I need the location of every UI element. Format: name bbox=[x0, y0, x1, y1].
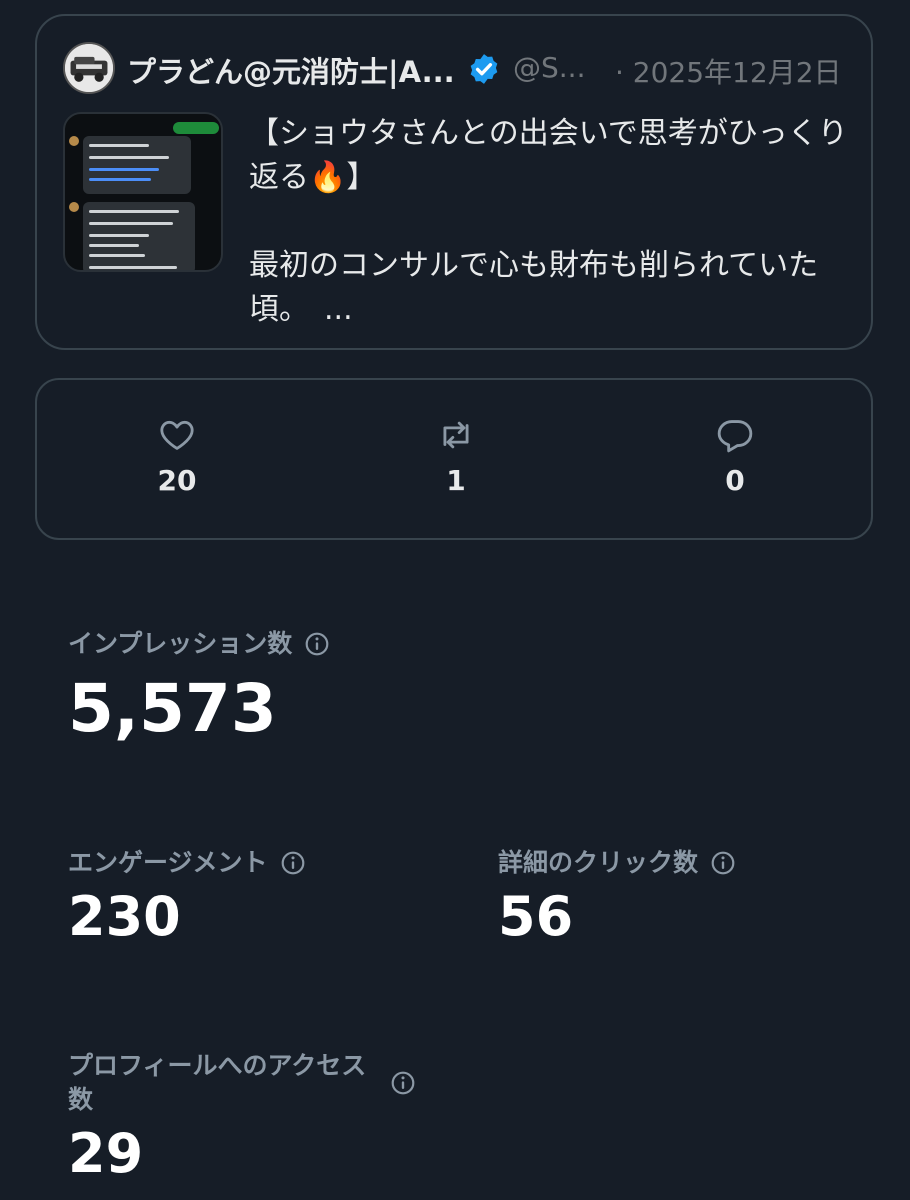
engagement-metric: エンゲージメント 230 bbox=[68, 846, 306, 950]
info-icon[interactable] bbox=[710, 850, 736, 876]
engagement-label: エンゲージメント bbox=[68, 848, 268, 877]
avatar[interactable] bbox=[63, 42, 115, 94]
info-icon[interactable] bbox=[304, 631, 330, 657]
impressions-label: インプレッション数 bbox=[68, 629, 293, 658]
profile-visits-label: プロフィールへのアクセス数 bbox=[68, 1051, 367, 1114]
engagement-actions-card: 20 1 0 bbox=[35, 378, 873, 540]
like-count: 20 bbox=[157, 464, 197, 497]
avatar-car-image bbox=[65, 44, 113, 92]
tweet-text[interactable]: 【ショウタさんとの出会いで思考がひっくり返る🔥】 最初のコンサルで心も財布も削ら… bbox=[249, 112, 859, 332]
like-action[interactable]: 20 bbox=[127, 416, 227, 497]
info-icon[interactable] bbox=[390, 1070, 416, 1096]
author-name[interactable]: プラどん@元消防士|A... bbox=[127, 49, 455, 91]
profile-visits-value: 29 bbox=[68, 1122, 144, 1185]
detail-clicks-metric: 詳細のクリック数 56 bbox=[498, 846, 736, 950]
detail-clicks-label: 詳細のクリック数 bbox=[498, 848, 699, 877]
verified-badge-icon bbox=[470, 54, 498, 84]
tweet-date[interactable]: · 2025年12月2日 bbox=[615, 51, 842, 91]
info-icon[interactable] bbox=[280, 850, 306, 876]
profile-visits-metric: プロフィールへのアクセス数 29 bbox=[68, 1049, 416, 1187]
detail-clicks-value: 56 bbox=[498, 885, 574, 948]
author-handle[interactable]: @S... bbox=[513, 51, 585, 84]
reply-action[interactable]: 0 bbox=[685, 416, 785, 497]
impressions-metric: インプレッション数 5,573 bbox=[68, 627, 330, 749]
heart-icon[interactable] bbox=[158, 416, 196, 454]
repost-count: 1 bbox=[446, 464, 466, 497]
impressions-value: 5,573 bbox=[68, 670, 277, 747]
repost-action[interactable]: 1 bbox=[406, 416, 506, 497]
reply-count: 0 bbox=[725, 464, 745, 497]
tweet-card[interactable]: プラどん@元消防士|A... @S... · 2025年12月2日 【ショウタさ… bbox=[35, 14, 873, 350]
tweet-thumbnail[interactable] bbox=[63, 112, 223, 272]
repost-icon[interactable] bbox=[437, 416, 475, 454]
reply-bubble-icon[interactable] bbox=[716, 416, 754, 454]
engagement-value: 230 bbox=[68, 885, 181, 948]
